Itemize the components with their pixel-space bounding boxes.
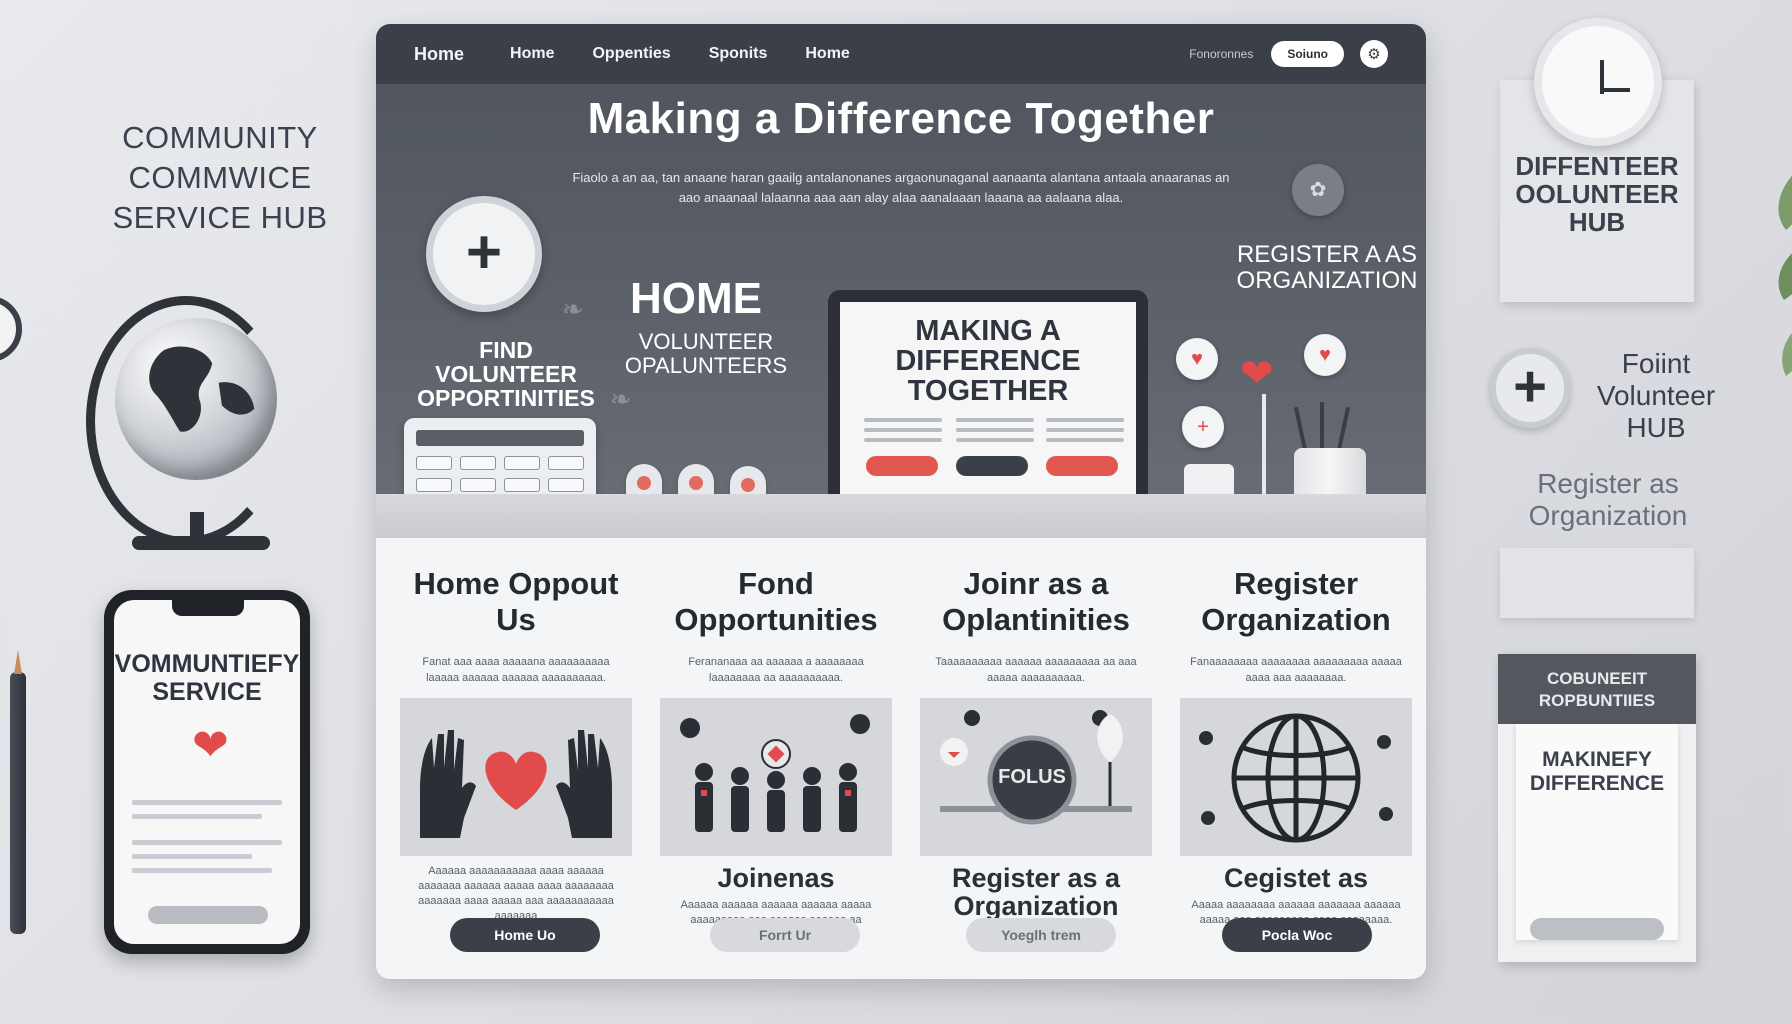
flyer-button (1530, 918, 1664, 940)
rose-icon: ✿ (1292, 164, 1344, 216)
laptop-text-column (864, 418, 942, 448)
clock-icon (1534, 18, 1662, 146)
laptop-title: Making a Difference Together (895, 315, 1081, 407)
phone-notch (172, 600, 244, 616)
settings-icon[interactable]: ⚙ (1360, 40, 1388, 68)
clock-minute-hand (1600, 88, 1630, 92)
laptop-screen: Making a Difference Together (840, 302, 1136, 494)
laptop-red-button (1046, 456, 1118, 476)
laptop-text-column (1046, 418, 1124, 448)
feature-card: Home Oppout Us Fanat aaa aaaa aaaaana aa… (400, 566, 632, 924)
feature-description: Taaaaaaaaaa aaaaaa aaaaaaaaa aa aaa aaaa… (935, 656, 1137, 684)
feature-caption: Joinenas (717, 863, 835, 893)
wall-clock-icon (0, 296, 22, 362)
feature-image (400, 698, 632, 856)
right-hub-text: Foiint Volunteer HUB (1596, 348, 1716, 443)
phone-button[interactable] (148, 906, 268, 924)
heart-pin-icon: ♥ (1176, 338, 1218, 380)
feature-title: Fond Opportunities (674, 566, 878, 637)
right-poster-title: Diffenteer Oolunteer Hub (1515, 151, 1679, 237)
feature-title: Home Oppout Us (413, 566, 619, 637)
laptop-mockup: Making a Difference Together (828, 290, 1148, 506)
nav-pill-button[interactable]: Soiuno (1271, 41, 1344, 67)
focus-badge-text: FOLUS (998, 766, 1066, 788)
feature-button-post[interactable]: Pocla Woc (1222, 918, 1372, 952)
feature-card: Fond Opportunities Ferananaaa aa aaaaaa … (660, 566, 892, 943)
feature-section: Home Oppout Us Fanat aaa aaaa aaaaana aa… (376, 538, 1426, 979)
nav-item-home[interactable]: Home (414, 44, 464, 65)
feature-image (660, 698, 892, 856)
globe-base (132, 536, 270, 550)
smartphone-mockup: Vommuntiefy Service ❤ (104, 590, 310, 954)
plus-pin-icon: + (1182, 406, 1224, 448)
hero-shelf (376, 494, 1426, 538)
feature-caption: Cegistet as (1223, 863, 1369, 893)
phone-screen: Vommuntiefy Service ❤ (114, 600, 300, 944)
globe-stem (190, 512, 204, 538)
globe-icon (1199, 713, 1393, 843)
plant-icon (1778, 176, 1792, 376)
people-group-icon (680, 714, 870, 832)
feature-image (1180, 698, 1412, 856)
leaf-icon: ❧ (562, 294, 584, 324)
flyer-title: Makinefy Difference (1529, 748, 1665, 795)
hero-section: Making a Difference Together Fiaolo a an… (376, 84, 1426, 538)
phone-text-line (132, 868, 272, 873)
feature-card: Joinr as a Oplantinities Taaaaaaaaaa aaa… (920, 566, 1152, 941)
phone-title: Vommuntiefy Service (114, 650, 300, 706)
nav-right-link[interactable]: Fonoronnes (1189, 47, 1253, 61)
phone-text-line (132, 814, 262, 819)
feature-caption-description: Aaaaaa aaaaaaaaaaa aaaa aaaaaa aaaaaaa a… (418, 865, 614, 922)
hands-heart-icon (420, 730, 612, 838)
heart-pin-icon: ♥ (1304, 334, 1346, 376)
hero-register-text: Register a as Organization (1236, 241, 1418, 294)
nav-item-sponsors[interactable]: Sponits (709, 45, 768, 63)
nav-item-home-2[interactable]: Home (510, 45, 554, 63)
right-register-text: Register as Organization (1528, 468, 1688, 531)
flyer-header: Cobuneeit Ropbuntiies (1498, 654, 1696, 724)
hero-find-text: Find Volunteer Opportinities (417, 337, 595, 411)
calendar-bar (416, 430, 584, 446)
feature-card: Register Organization Fanaaaaaaaa aaaaaa… (1180, 566, 1412, 928)
feature-title: Register Organization (1201, 566, 1391, 637)
top-navigation-bar: Home Home Oppenties Sponits Home Fonoron… (376, 24, 1426, 84)
nav-item-home-3[interactable]: Home (805, 45, 849, 63)
laptop-dark-button (956, 456, 1028, 476)
feature-caption: Register as a Organization (951, 863, 1121, 921)
phone-text-line (132, 854, 252, 859)
phone-text-line (132, 840, 282, 845)
website-mockup: Home Home Oppenties Sponits Home Fonoron… (376, 24, 1426, 979)
right-plaque (1500, 548, 1694, 618)
desk-globe-icon (115, 318, 277, 480)
feature-description: Fanat aaa aaaa aaaaana aaaaaaaaaa laaaaa… (422, 656, 610, 684)
heart-icon: ❤ (192, 721, 229, 770)
hero-plus-clock-icon: + (426, 196, 542, 312)
feature-button-register[interactable]: Yoeglh trem (966, 918, 1116, 952)
left-side-title: Community Commwice Service Hub (112, 120, 328, 235)
feature-description: Ferananaaa aa aaaaaa a aaaaaaaa laaaaaaa… (688, 656, 864, 684)
laptop-text-column (956, 418, 1034, 448)
phone-text-line (132, 800, 282, 805)
pen-tip (14, 650, 22, 674)
nav-item-opportunities[interactable]: Oppenties (592, 45, 670, 63)
hero-volunteer-text: Volunteer Opalunteers (624, 329, 788, 378)
hero-subtitle: Fiaolo a an aa, tan anaane haran gaailg … (572, 170, 1230, 205)
pen-icon (10, 672, 26, 934)
feature-image: FOLUS (920, 698, 1152, 856)
right-flyer-card: Cobuneeit Ropbuntiies Makinefy Differenc… (1498, 654, 1696, 962)
feature-description: Fanaaaaaaaa aaaaaaaa aaaaaaaaa aaaaa aaa… (1190, 656, 1402, 684)
heart-icon: ❤ (1240, 352, 1274, 396)
hero-title: Making a Difference Together (587, 94, 1215, 143)
feature-button-find[interactable]: Forrt Ur (710, 918, 860, 952)
hero-home-text: HOME (630, 274, 762, 323)
feature-title: Joinr as a Oplantinities (942, 566, 1130, 637)
feature-button-home[interactable]: Home Uo (450, 918, 600, 952)
plus-icon: + (1490, 348, 1570, 428)
leaf-icon: ❧ (610, 384, 632, 414)
laptop-red-button (866, 456, 938, 476)
